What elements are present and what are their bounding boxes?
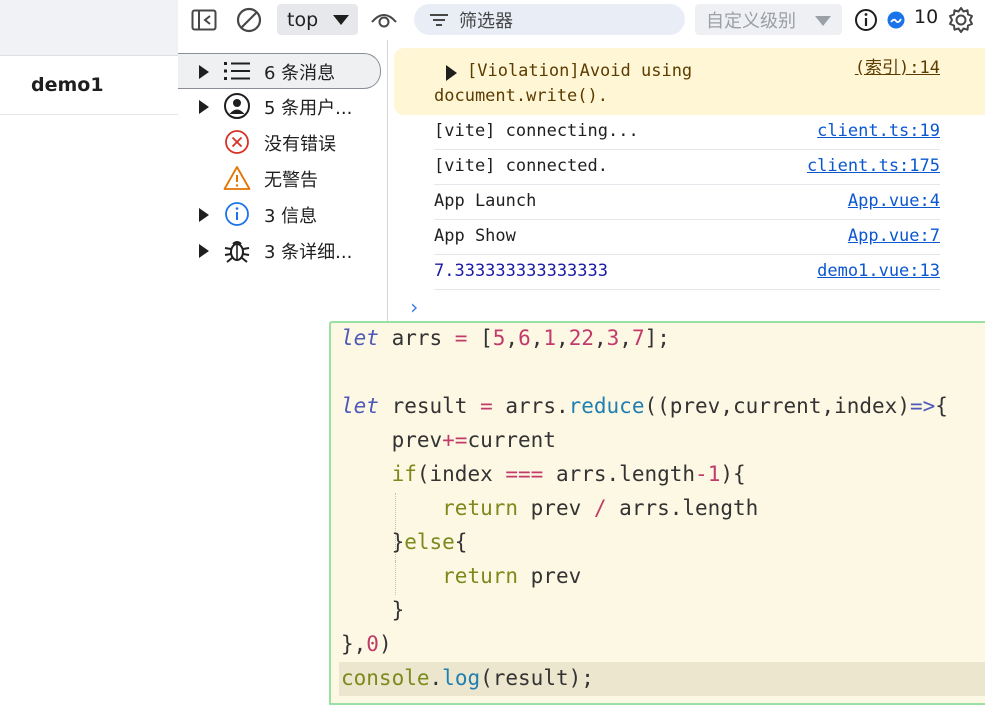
expand-triangle-icon[interactable] [199, 100, 209, 114]
filter-icon [430, 14, 448, 26]
console-code-input[interactable]: let arrs = [5,6,1,22,3,7]; let result = … [329, 321, 985, 705]
sidebar-item-label: 3 信息 [264, 206, 318, 227]
warning-icon [222, 164, 252, 192]
bug-icon [222, 236, 252, 264]
expand-triangle-icon[interactable] [199, 208, 209, 222]
log-source-link[interactable]: client.ts:19 [817, 121, 940, 141]
info-icon [222, 200, 252, 228]
code-line: prev+=current [341, 428, 556, 452]
context-select[interactable]: top [277, 4, 358, 35]
sidebar-item-label: 5 条用户... [264, 98, 353, 119]
sidebar-item-label: 没有错误 [264, 134, 336, 155]
log-source-link[interactable]: App.vue:4 [848, 191, 940, 211]
user-icon [222, 92, 252, 120]
log-row: [vite] connected. client.ts:175 [434, 150, 940, 185]
sidebar-item-warnings[interactable]: 无警告 [178, 161, 380, 195]
sidebar-item-info[interactable]: 3 信息 [178, 197, 380, 231]
sidebar-item-label: 6 条消息 [264, 63, 336, 84]
console-prompt-chevron-icon[interactable]: › [408, 295, 420, 319]
chevron-down-icon [333, 15, 349, 25]
expand-triangle-icon[interactable] [446, 65, 457, 81]
code-line: let arrs = [5,6,1,22,3,7]; [341, 326, 670, 350]
violation-text-line1: [Violation]Avoid using [467, 61, 693, 81]
log-message: App Launch [434, 191, 537, 211]
log-row: [vite] connecting... client.ts:19 [434, 115, 940, 150]
sidebar-item-label: 3 条详细... [264, 242, 353, 263]
clear-console-icon[interactable] [235, 6, 263, 34]
console-toolbar: top 筛选器 自定义级别 10 [178, 0, 985, 40]
sidebar-item-verbose[interactable]: 3 条详细... [178, 233, 380, 267]
log-source-link[interactable]: client.ts:175 [807, 156, 940, 176]
app-nav-bar [0, 0, 178, 56]
info-icon[interactable] [852, 6, 880, 34]
code-line: if(index === arrs.length-1){ [391, 462, 746, 486]
error-icon [222, 128, 252, 156]
log-row: App Show App.vue:7 [434, 220, 940, 255]
chevron-down-icon [815, 16, 831, 26]
code-line: }else{ [341, 530, 468, 554]
expand-triangle-icon[interactable] [199, 65, 209, 79]
violation-message[interactable]: [Violation]Avoid using document.write().… [394, 48, 985, 115]
log-source-link[interactable]: demo1.vue:13 [817, 261, 940, 281]
violation-source-link[interactable]: (索引):14 [855, 53, 940, 78]
expand-triangle-icon[interactable] [199, 244, 209, 258]
gear-icon[interactable] [947, 6, 975, 34]
code-line: return prev [442, 564, 582, 588]
log-level-select[interactable]: 自定义级别 [695, 4, 842, 35]
sidebar-item-label: 无警告 [264, 170, 318, 191]
list-icon [222, 57, 252, 85]
sidebar-item-messages[interactable]: 6 条消息 [178, 53, 381, 89]
sidebar-item-user-messages[interactable]: 5 条用户... [178, 89, 380, 123]
code-line: console.log(result); [341, 666, 594, 690]
log-message: App Show [434, 226, 516, 246]
issues-icon[interactable] [882, 6, 910, 34]
log-row: App Launch App.vue:4 [434, 185, 940, 220]
filter-placeholder: 筛选器 [459, 10, 513, 32]
code-line: let result = arrs.reduce((prev,current,i… [341, 394, 948, 418]
context-select-value: top [287, 8, 319, 31]
title-divider [0, 114, 178, 115]
issues-count[interactable]: 10 [914, 6, 938, 28]
page-title: demo1 [31, 74, 104, 96]
code-line: } [341, 598, 405, 622]
log-source-link[interactable]: App.vue:7 [848, 226, 940, 246]
log-row: 7.333333333333333 demo1.vue:13 [434, 255, 940, 290]
log-message-number: 7.333333333333333 [434, 261, 608, 281]
code-line: return prev / arrs.length [442, 496, 759, 520]
code-line: },0) [341, 632, 392, 656]
dock-side-icon[interactable] [190, 6, 218, 34]
eye-icon[interactable] [370, 6, 398, 34]
sidebar-item-errors[interactable]: 没有错误 [178, 125, 380, 159]
app-preview-pane: demo1 [0, 0, 179, 694]
filter-input[interactable]: 筛选器 [414, 4, 685, 35]
violation-text-line2: document.write(). [434, 86, 608, 106]
log-level-value: 自定义级别 [706, 10, 796, 32]
log-message: [vite] connected. [434, 156, 608, 176]
log-message: [vite] connecting... [434, 121, 639, 141]
